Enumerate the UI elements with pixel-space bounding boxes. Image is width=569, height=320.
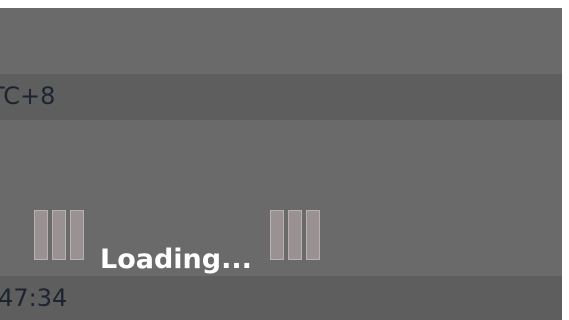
spinner-bar — [288, 210, 302, 260]
loading-screen: TC+8 :47:34 Loading... — [0, 0, 569, 320]
spinner-bar — [52, 210, 66, 260]
spinner-bars-right — [270, 210, 320, 260]
loading-text: Loading... — [100, 244, 252, 275]
right-edge — [562, 0, 569, 320]
spinner-bar — [70, 210, 84, 260]
spinner-bar — [306, 210, 320, 260]
timezone-row: TC+8 — [0, 74, 562, 120]
timezone-label: TC+8 — [0, 82, 56, 110]
spinner-bars-left — [34, 210, 84, 260]
spinner-bar — [34, 210, 48, 260]
top-edge — [0, 0, 569, 8]
spinner-bar — [270, 210, 284, 260]
dimmed-overlay — [0, 0, 569, 320]
clock-row: :47:34 — [0, 276, 562, 320]
clock-time: :47:34 — [0, 284, 68, 312]
